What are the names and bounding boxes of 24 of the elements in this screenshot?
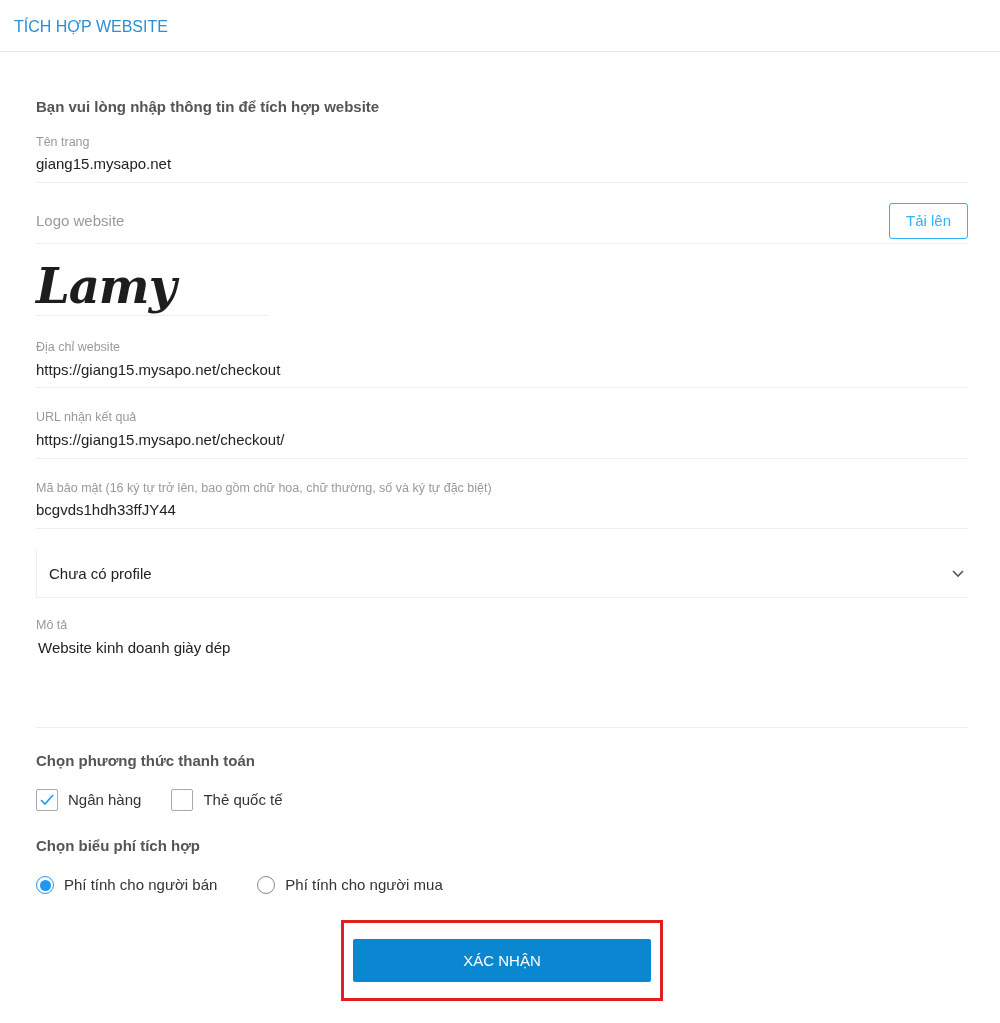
field-label: URL nhận kết quả [36, 409, 138, 427]
profile-select[interactable]: Chưa có profile [36, 548, 968, 599]
input-field[interactable]: https://giang15.mysapo.net/checkout [36, 358, 968, 382]
checkbox-label: Ngân hàng [68, 789, 142, 810]
input-field[interactable]: giang15.mysapo.net [36, 153, 968, 176]
checkmark-icon [40, 794, 54, 807]
checkbox[interactable] [171, 789, 194, 812]
field-label: Tên trang [36, 133, 91, 151]
field-label: Mã bảo mật (16 ký tự trở lên, bao gồm chữ hoa, chữ thường, số và ký tự đặc biệt) [36, 479, 493, 497]
form-heading: Bạn vui lòng nhập thông tin để tích hợp website [36, 97, 381, 117]
field-label: Logo website [36, 210, 125, 231]
radio-label: Phí tính cho người bán [64, 874, 218, 895]
page-title: TÍCH HỢP WEBSITE [14, 16, 168, 37]
input-field[interactable]: bcgvds1hdh33ffJY44 [36, 499, 968, 522]
checkbox-label: Thẻ quốc tế [203, 789, 283, 810]
checkbox[interactable] [36, 789, 58, 812]
confirm-button[interactable]: XÁC NHẬN [353, 939, 651, 983]
section-heading: Chọn biểu phí tích hợp [36, 836, 201, 857]
input-field[interactable]: https://giang15.mysapo.net/checkout/ [36, 429, 968, 452]
radio-label: Phí tính cho người mua [285, 874, 443, 895]
section-heading: Chọn phương thức thanh toán [36, 751, 257, 772]
field-label: Địa chỉ website [36, 339, 122, 357]
chevron-down-icon [952, 570, 964, 579]
field-label: Mô tả [36, 617, 69, 635]
